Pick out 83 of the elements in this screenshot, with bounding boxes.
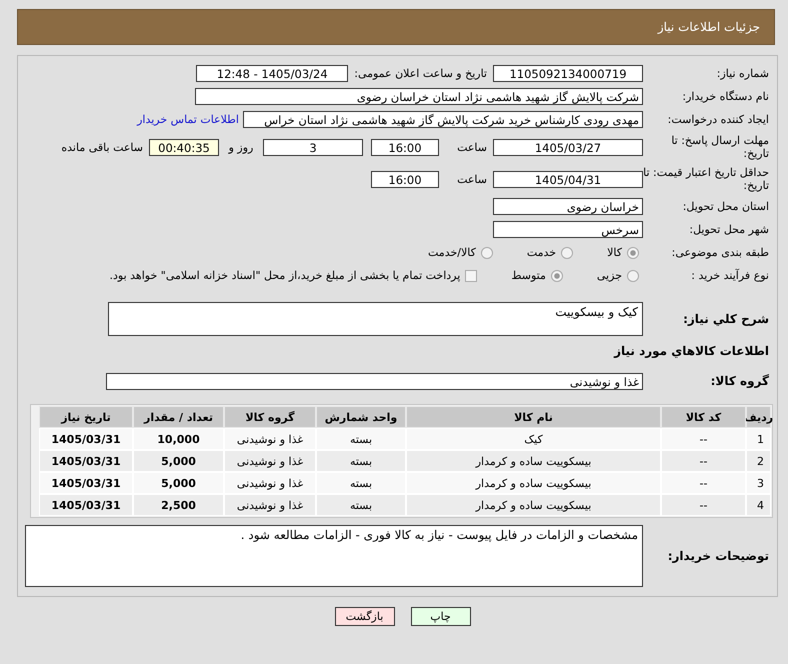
field-label: مهلت ارسال پاسخ: تا تاریخ: (670, 134, 770, 160)
table-cell: 10,000 (133, 428, 224, 450)
table-cell: 2 (746, 450, 771, 472)
table-cell: بسته (316, 450, 406, 472)
table-cell: بیسکوییت ساده و کرمدار (406, 472, 661, 494)
checkbox[interactable] (465, 270, 478, 282)
table-cell: بسته (316, 428, 406, 450)
table-cell: 5,000 (133, 472, 224, 494)
text-area[interactable]: مشخصات و الزامات در فایل پیوست - نیاز به کالا فوری - الزامات مطالعه شود . (25, 525, 643, 587)
radio-button[interactable] (561, 246, 574, 258)
radio-button[interactable] (550, 270, 563, 282)
table-cell: 1405/03/31 (39, 450, 133, 472)
radio-button[interactable] (480, 246, 493, 258)
text-field[interactable]: 1105092134000719 (493, 65, 643, 82)
table-cell: 1 (746, 428, 771, 450)
field-label: گروه کالا: (710, 374, 770, 388)
table-cell: غذا و نوشیدنی (224, 494, 316, 516)
field-label: تاریخ و ساعت اعلان عمومی: (353, 67, 488, 80)
text-field[interactable]: سرخس (493, 221, 643, 238)
print-button[interactable]: چاپ (410, 607, 470, 626)
field-label: شرح کلي نياز: (682, 312, 770, 326)
field-label: ایجاد کننده درخواست: (666, 113, 770, 126)
field-label: ساعت (456, 140, 488, 154)
field-label: شماره نیاز: (716, 67, 770, 80)
table-cell: 3 (746, 472, 771, 494)
field-label: شهر محل تحویل: (688, 223, 770, 236)
table-cell: 4 (746, 494, 771, 516)
table-cell: -- (661, 428, 746, 450)
contact-link[interactable]: اطلاعات تماس خریدار (137, 113, 243, 126)
table-cell: -- (661, 450, 746, 472)
back-button[interactable]: بازگشت (334, 607, 394, 626)
field-label: ساعت (456, 172, 488, 186)
radio-label: جزیی (596, 269, 622, 282)
field-label: توضیحات خریدار: (666, 549, 770, 563)
text-area[interactable]: کیک و بیسکوییت (108, 302, 643, 336)
time-field[interactable]: 16:00 (371, 138, 439, 156)
text-field[interactable]: 1405/03/24 - 12:48 (196, 65, 348, 82)
table-cell: 5,000 (133, 450, 224, 472)
table-cell: غذا و نوشیدنی (224, 450, 316, 472)
table-cell: کیک (406, 428, 661, 450)
text-field[interactable]: شرکت پالایش گاز شهید هاشمی نژاد استان خراسان رضوی (195, 88, 643, 105)
radio-button[interactable] (627, 270, 639, 282)
table-cell: بیسکوییت ساده و کرمدار (406, 494, 661, 516)
column-header: تعداد / مقدار (133, 406, 224, 428)
checkbox-label: پرداخت تمام یا بخشی از مبلغ خرید،از محل "اسناد خزانه اسلامی" خواهد بود. (110, 269, 460, 282)
section-heading: اطلاعات کالاهاي مورد نياز (614, 344, 770, 358)
table-cell: غذا و نوشیدنی (224, 428, 316, 450)
table-cell: بسته (316, 472, 406, 494)
table-cell: 1405/03/31 (39, 428, 133, 450)
table-cell: بیسکوییت ساده و کرمدار (406, 450, 661, 472)
column-header: نام کالا (406, 406, 661, 428)
date-field[interactable]: 1405/03/27 (493, 138, 643, 156)
table-cell: غذا و نوشیدنی (224, 472, 316, 494)
text-field[interactable]: مهدی رودی کارشناس خرید شرکت پالایش گاز شهید هاشمی نژاد استان خراس (243, 111, 643, 128)
radio-button[interactable] (627, 246, 639, 258)
table-cell: 2,500 (133, 494, 224, 516)
field-label: ساعت باقی مانده (60, 140, 144, 154)
radio-label: کالا (607, 246, 622, 259)
table-cell: بسته (316, 494, 406, 516)
text-field[interactable]: غذا و نوشیدنی (106, 372, 643, 390)
time-field[interactable]: 16:00 (371, 170, 439, 188)
field-label: طبقه بندی موضوعی: (670, 246, 770, 259)
table-cell: -- (661, 472, 746, 494)
field-label: روز و (227, 140, 254, 154)
radio-label: کالا/خدمت (428, 246, 476, 259)
field-label: نوع فرآیند خرید : (690, 269, 770, 282)
table-cell: -- (661, 494, 746, 516)
radio-label: خدمت (526, 246, 556, 259)
table-cell: 1405/03/31 (39, 494, 133, 516)
radio-label: متوسط (511, 269, 546, 282)
countdown-field: 00:40:35 (149, 138, 219, 156)
column-header: گروه کالا (224, 406, 316, 428)
days-field[interactable]: 3 (263, 138, 363, 156)
column-header: کد کالا (661, 406, 746, 428)
field-label: حداقل تاریخ اعتبار قیمت: تا تاریخ: (643, 166, 770, 192)
column-header: واحد شمارش (316, 406, 406, 428)
field-label: نام دستگاه خریدار: (681, 90, 770, 103)
field-label: استان محل تحویل: (682, 200, 770, 213)
date-field[interactable]: 1405/04/31 (493, 170, 643, 188)
text-field[interactable]: خراسان رضوی (493, 198, 643, 215)
column-header: تاریخ نیاز (39, 406, 133, 428)
table-cell: 1405/03/31 (39, 472, 133, 494)
page-title: جزئیات اطلاعات نیاز (658, 20, 760, 34)
